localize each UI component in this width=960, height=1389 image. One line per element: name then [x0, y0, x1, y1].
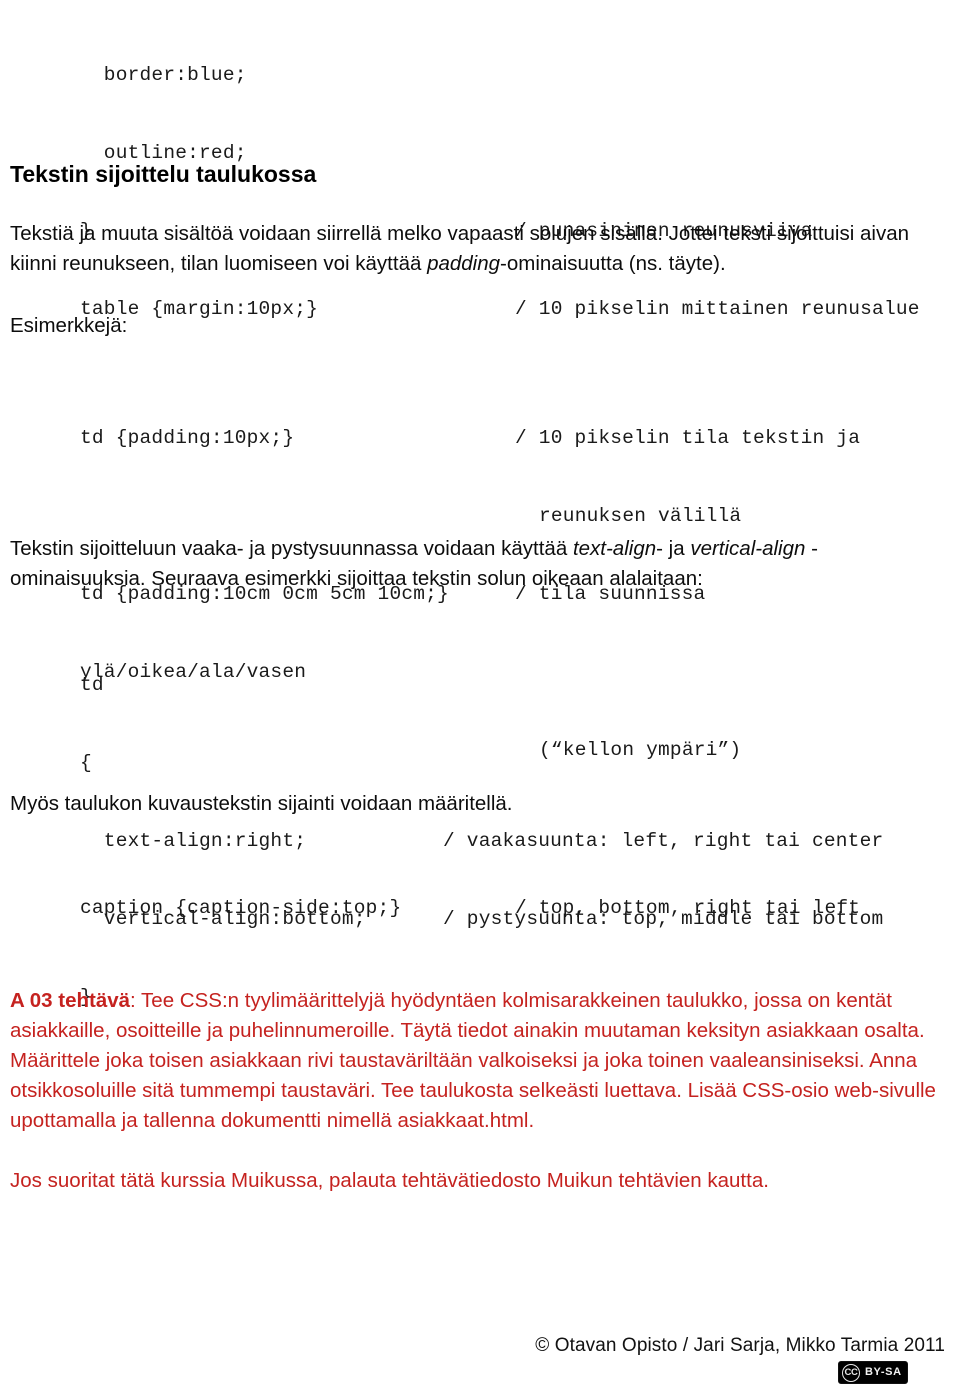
footer-copyright: © Otavan Opisto / Jari Sarja, Mikko Tarm…	[535, 1335, 945, 1356]
code-comment-continuation: reunuksen välillä	[539, 505, 742, 527]
code-line: td	[80, 672, 960, 698]
code-text: border:blue;	[80, 64, 247, 86]
code-text: td	[80, 674, 104, 696]
intro-part2: -ominaisuutta (ns. täyte).	[500, 252, 726, 275]
code-text: td {padding:10px;}	[80, 427, 295, 449]
section-heading: Tekstin sijoittelu taulukossa	[10, 161, 317, 187]
document-page: border:blue; outline:red; } / punasinine…	[0, 0, 960, 1389]
assignment-body: : Tee CSS:n tyylimäärittelyjä hyödyntäen…	[10, 989, 936, 1132]
code-line: td {padding:10px;} / 10 pikselin tila te…	[80, 425, 960, 451]
code-line: reunuksen välillä	[80, 503, 960, 529]
code-line: {	[80, 750, 960, 776]
assignment-paragraph: A 03 tehtävä: Tee CSS:n tyylimäärittelyj…	[10, 986, 948, 1136]
code-block-caption: caption {caption-side:top;} / top, botto…	[80, 843, 960, 973]
align-emphasis-vertical-align: vertical-align	[690, 537, 806, 560]
assignment-note: Jos suoritat tätä kurssia Muikussa, pala…	[10, 1169, 769, 1192]
code-line: border:blue;	[80, 62, 960, 88]
code-comment: / 10 pikselin mittainen reunusalue	[515, 298, 920, 320]
creative-commons-icon: CC	[842, 1363, 860, 1382]
cc-license-label: BY-SA	[865, 1366, 902, 1378]
caption-paragraph: Myös taulukon kuvaustekstin sijainti voi…	[10, 792, 513, 815]
intro-emphasis-padding: padding	[427, 252, 501, 275]
code-comment: / 10 pikselin tila tekstin ja	[515, 427, 861, 449]
code-text: caption {caption-side:top;}	[80, 897, 402, 919]
examples-label: Esimerkkejä:	[10, 314, 128, 337]
code-text: {	[80, 752, 92, 774]
align-part2: - ja	[656, 537, 691, 560]
align-paragraph: Tekstin sijoitteluun vaaka- ja pystysuun…	[10, 534, 942, 594]
cc-badge-inner: CC BY-SA	[838, 1361, 908, 1384]
code-line: caption {caption-side:top;} / top, botto…	[80, 895, 960, 921]
assignment-label: A 03 tehtävä	[10, 989, 131, 1012]
code-comment: / top, bottom, right tai left	[515, 897, 861, 919]
align-part1: Tekstin sijoitteluun vaaka- ja pystysuun…	[10, 537, 573, 560]
align-emphasis-text-align: text-align	[572, 537, 657, 560]
intro-paragraph: Tekstiä ja muuta sisältöä voidaan siirre…	[10, 219, 942, 279]
cc-license-badge[interactable]: CC BY-SA	[838, 1361, 908, 1384]
